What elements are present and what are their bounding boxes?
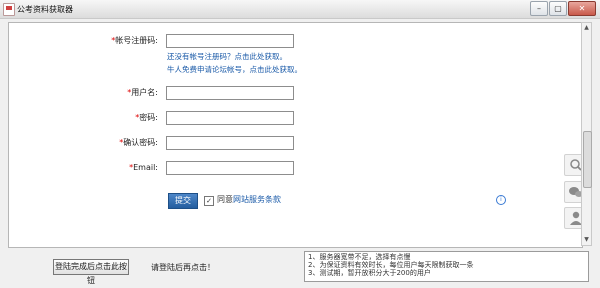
username-label: *用户名: <box>127 88 158 97</box>
notes-box: 1、服务器宽带不足，选择有点慢 2、为保证资料有效时长，每位用户每天限制获取一条… <box>304 251 589 282</box>
email-label: *Email: <box>129 163 158 172</box>
get-code-link[interactable]: 还没有帐号注册码？点击此处获取。 <box>167 51 287 62</box>
agree-text: 同意网站服务条款 <box>217 195 281 204</box>
email-input[interactable] <box>166 161 294 175</box>
minimize-button[interactable]: – <box>530 1 548 16</box>
window-controls: – ▢ ✕ <box>530 1 596 16</box>
account-code-input[interactable] <box>166 34 294 48</box>
note-line: 2、为保证资料有效时长，每位用户每天限制获取一条 <box>308 261 474 269</box>
window-title: 公考资料获取器 <box>17 5 73 14</box>
app-window: 公考资料获取器 – ▢ ✕ *帐号注册码: 还没有帐号注册码？点击此处获取。 牛… <box>0 0 600 287</box>
account-label: *帐号注册码: <box>111 36 158 45</box>
note-line: 1、服务器宽带不足，选择有点慢 <box>308 253 411 261</box>
agree-checkbox[interactable]: ✓ <box>204 196 214 206</box>
confirm-password-input[interactable] <box>166 136 294 150</box>
note-line: 3、测试期，暂开放积分大于200的用户 <box>308 269 431 277</box>
scroll-up-icon[interactable]: ▲ <box>582 23 591 33</box>
forum-account-link[interactable]: 牛人免费申请论坛帐号，点击此处获取。 <box>167 64 302 75</box>
app-icon <box>3 3 15 16</box>
password-label: *密码: <box>135 113 158 122</box>
scroll-down-icon[interactable]: ▼ <box>582 235 591 245</box>
web-content-pane: *帐号注册码: 还没有帐号注册码？点击此处获取。 牛人免费申请论坛帐号，点击此处… <box>8 22 583 248</box>
scrollbar-thumb[interactable] <box>583 131 592 188</box>
confirm-password-label: *确认密码: <box>119 138 158 147</box>
info-icon[interactable]: i <box>496 195 506 205</box>
title-bar: 公考资料获取器 – ▢ ✕ <box>0 0 600 19</box>
login-complete-button[interactable]: 登陆完成后点击此按钮 <box>53 259 129 285</box>
submit-button[interactable]: 提交 <box>168 193 198 209</box>
maximize-button[interactable]: ▢ <box>549 1 567 16</box>
login-prompt-text: 请登陆后再点击！ <box>151 263 215 272</box>
password-input[interactable] <box>166 111 294 125</box>
terms-link[interactable]: 网站服务条款 <box>233 195 281 204</box>
vertical-scrollbar[interactable]: ▲ ▼ <box>581 22 592 246</box>
username-input[interactable] <box>166 86 294 100</box>
close-button[interactable]: ✕ <box>568 1 596 16</box>
